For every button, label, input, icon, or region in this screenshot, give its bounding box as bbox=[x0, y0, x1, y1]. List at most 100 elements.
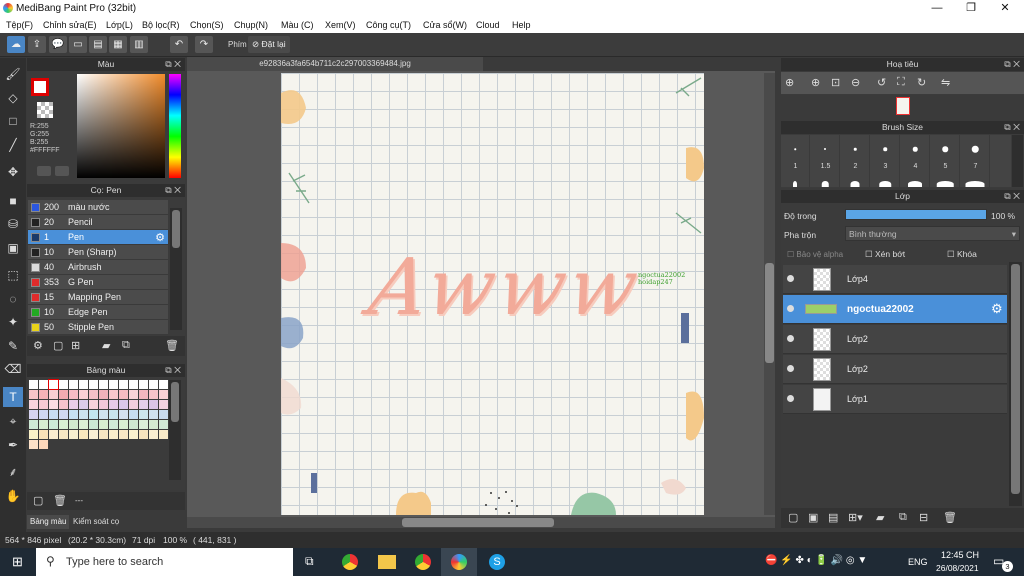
brush-size-cell[interactable]: 5 bbox=[931, 135, 960, 187]
palette-swatch[interactable] bbox=[159, 430, 168, 439]
task-view-icon[interactable]: ⧉ bbox=[305, 554, 314, 569]
palette-swatch[interactable] bbox=[79, 400, 88, 409]
zoom-out-icon[interactable]: ⊖ bbox=[851, 76, 860, 89]
palette-swatch[interactable] bbox=[119, 430, 128, 439]
close-icon[interactable]: ⧉ ✕ bbox=[165, 364, 181, 377]
bucket-tool-icon[interactable]: ⛁ bbox=[3, 214, 23, 234]
menu-tools[interactable]: Công cụ(T) bbox=[366, 20, 411, 30]
palette-swatch[interactable] bbox=[99, 380, 108, 389]
palette-swatch[interactable] bbox=[139, 390, 148, 399]
brush-item[interactable]: 10 Edge Pen bbox=[28, 305, 168, 320]
duplicate-icon[interactable]: ⧉ bbox=[899, 511, 907, 524]
opacity-slider[interactable] bbox=[845, 209, 987, 220]
palette-swatch[interactable] bbox=[109, 430, 118, 439]
palette-swatch[interactable] bbox=[29, 380, 38, 389]
palette-swatch[interactable] bbox=[109, 410, 118, 419]
chrome-icon[interactable] bbox=[342, 554, 358, 570]
eyedrop-icon[interactable] bbox=[37, 166, 51, 176]
undo-button[interactable]: ↶ bbox=[170, 36, 188, 53]
move-tool-icon[interactable]: ✥ bbox=[3, 162, 23, 182]
folder-icon[interactable]: ▰ bbox=[102, 339, 110, 352]
operation-tool-icon[interactable]: ⌖ bbox=[3, 411, 23, 431]
close-icon[interactable]: ⧉ ✕ bbox=[165, 58, 181, 71]
menu-layer[interactable]: Lớp(L) bbox=[106, 20, 133, 30]
menu-filter[interactable]: Bộ lọc(R) bbox=[142, 20, 180, 30]
palette-swatch[interactable] bbox=[99, 430, 108, 439]
palette-swatch[interactable] bbox=[99, 390, 108, 399]
zoom-in-icon[interactable]: ⊕ bbox=[811, 76, 820, 89]
navigator-preview[interactable] bbox=[781, 95, 1024, 118]
speech-icon[interactable]: ▭ bbox=[69, 36, 87, 53]
eye-icon[interactable] bbox=[787, 335, 794, 342]
palette-swatch[interactable] bbox=[69, 430, 78, 439]
palette-swatch[interactable] bbox=[149, 420, 158, 429]
grid-icon[interactable]: ▦ bbox=[109, 36, 127, 53]
skype-icon[interactable]: S bbox=[489, 554, 505, 570]
page-icon[interactable]: ▤ bbox=[89, 36, 107, 53]
palette-swatch[interactable] bbox=[149, 410, 158, 419]
layer-row[interactable]: Lớp1 bbox=[783, 385, 1007, 414]
palette-swatch[interactable] bbox=[129, 430, 138, 439]
eye-icon[interactable] bbox=[787, 365, 794, 372]
palette-swatch[interactable] bbox=[139, 420, 148, 429]
palette-swatch[interactable] bbox=[39, 430, 48, 439]
layer-row[interactable]: Lớp2 bbox=[783, 325, 1007, 354]
palette-swatch[interactable] bbox=[129, 380, 138, 389]
rotate-right-icon[interactable]: ↻ bbox=[917, 76, 926, 89]
flip-icon[interactable]: ⇋ bbox=[941, 76, 950, 89]
palette-swatch[interactable] bbox=[59, 410, 68, 419]
palette-swatch[interactable] bbox=[39, 400, 48, 409]
protect-alpha-checkbox[interactable]: ☐ Bảo vệ alpha bbox=[787, 250, 843, 259]
palette-swatch[interactable] bbox=[89, 410, 98, 419]
palette-swatch[interactable] bbox=[59, 430, 68, 439]
search-box[interactable]: ⚲ Type here to search bbox=[36, 548, 293, 576]
palette-swatch[interactable] bbox=[59, 390, 68, 399]
brush-item[interactable]: 20 Pencil bbox=[28, 215, 168, 230]
palette-swatch[interactable] bbox=[39, 410, 48, 419]
file-explorer-icon[interactable] bbox=[378, 555, 396, 569]
palette-swatch[interactable] bbox=[119, 420, 128, 429]
palette-swatch[interactable] bbox=[39, 420, 48, 429]
palette-swatch[interactable] bbox=[69, 410, 78, 419]
layer-row[interactable]: Lớp2 bbox=[783, 355, 1007, 384]
palette-swatch[interactable] bbox=[59, 420, 68, 429]
select-pen-icon[interactable]: ✎ bbox=[3, 336, 23, 356]
palette-swatch[interactable] bbox=[129, 400, 138, 409]
menu-file[interactable]: Tệp(F) bbox=[6, 20, 33, 30]
menu-edit[interactable]: Chỉnh sửa(E) bbox=[43, 20, 97, 30]
language-indicator[interactable]: ENG bbox=[908, 557, 928, 567]
new-brush-icon[interactable]: ▢ bbox=[53, 339, 63, 352]
clip-checkbox[interactable]: ☐ Xén bớt bbox=[865, 249, 905, 260]
gear-icon[interactable]: ⚙ bbox=[155, 231, 165, 244]
brush-size-cell[interactable]: 3 bbox=[871, 135, 900, 187]
tab-brush-control[interactable]: Kiểm soát cọ bbox=[70, 515, 122, 529]
palette-swatch[interactable] bbox=[149, 390, 158, 399]
share-icon[interactable]: ⇪ bbox=[28, 36, 46, 53]
palette-swatch[interactable] bbox=[99, 400, 108, 409]
layer-row[interactable]: Lớp4 bbox=[783, 265, 1007, 294]
palette-swatch[interactable] bbox=[149, 400, 158, 409]
layers-scrollbar[interactable] bbox=[1009, 262, 1022, 506]
windows-start-icon[interactable]: ⊞ bbox=[12, 554, 23, 570]
zoom-fit-icon[interactable]: ⊕ bbox=[785, 76, 794, 89]
new-palette-icon[interactable]: ▢ bbox=[33, 494, 43, 507]
panel-icon[interactable]: ▥ bbox=[130, 36, 148, 53]
palette-swatch[interactable] bbox=[129, 410, 138, 419]
minimize-button[interactable]: — bbox=[920, 0, 954, 17]
brush-item[interactable]: 50 Stipple Pen bbox=[28, 320, 168, 335]
chrome-profile-icon[interactable] bbox=[415, 554, 431, 570]
palette-swatch[interactable] bbox=[119, 400, 128, 409]
palette-swatch[interactable] bbox=[109, 420, 118, 429]
picker-icon[interactable] bbox=[55, 166, 69, 176]
eraser-tool-icon[interactable]: ◇ bbox=[3, 88, 23, 108]
palette-swatch[interactable] bbox=[89, 390, 98, 399]
palette-swatch[interactable] bbox=[49, 400, 58, 409]
brush-size-cell[interactable]: 2 bbox=[841, 135, 870, 187]
palette-swatch[interactable] bbox=[39, 380, 48, 389]
fill-rect-icon[interactable]: ■ bbox=[3, 191, 23, 211]
tray-icons[interactable]: ⛔ ⚡ ✤ ◐ 🔋 🔊 ◎ ▼ bbox=[765, 555, 867, 566]
close-icon[interactable]: ⧉ ✕ bbox=[1004, 58, 1020, 71]
palette-swatch[interactable] bbox=[99, 410, 108, 419]
new-layer-icon[interactable]: ▢ bbox=[788, 511, 798, 524]
add-layer-icon[interactable]: ⊞▾ bbox=[848, 511, 863, 524]
